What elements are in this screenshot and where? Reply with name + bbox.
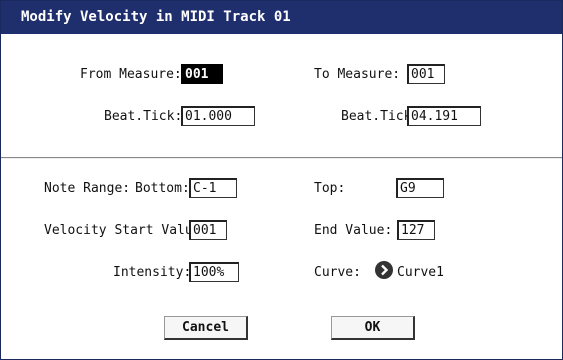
curve-value[interactable]: Curve1 bbox=[397, 265, 444, 280]
bottom-note-field[interactable]: C-1 bbox=[189, 178, 237, 198]
to-measure-label: To Measure: bbox=[314, 67, 401, 82]
cancel-button[interactable]: Cancel bbox=[164, 316, 248, 340]
to-measure-field[interactable]: 001 bbox=[407, 64, 445, 84]
dialog-title: Modify Velocity in MIDI Track 01 bbox=[21, 9, 291, 25]
end-value-field[interactable]: 127 bbox=[397, 220, 435, 240]
velocity-start-field[interactable]: 001 bbox=[189, 220, 227, 240]
ok-button[interactable]: OK bbox=[331, 316, 415, 340]
modify-velocity-dialog: Modify Velocity in MIDI Track 01 From Me… bbox=[0, 0, 563, 360]
section-divider bbox=[1, 157, 562, 159]
from-measure-label: From Measure: bbox=[80, 67, 182, 82]
top-label: Top: bbox=[314, 181, 346, 196]
curve-label: Curve: bbox=[314, 265, 361, 280]
to-beat-tick-field[interactable]: 04.191 bbox=[407, 106, 481, 126]
note-range-label: Note Range: bbox=[44, 181, 131, 196]
intensity-label: Intensity: bbox=[113, 265, 192, 280]
bottom-label: Bottom: bbox=[135, 181, 190, 196]
end-value-label: End Value: bbox=[314, 223, 393, 238]
dialog-titlebar: Modify Velocity in MIDI Track 01 bbox=[1, 1, 562, 34]
intensity-field[interactable]: 100% bbox=[189, 262, 239, 282]
from-beat-tick-label: Beat.Tick: bbox=[104, 109, 183, 124]
from-beat-tick-field[interactable]: 01.000 bbox=[181, 106, 255, 126]
top-note-field[interactable]: G9 bbox=[396, 178, 444, 198]
chevron-right-icon[interactable] bbox=[375, 261, 393, 279]
velocity-start-label: Velocity Start Value: bbox=[44, 223, 209, 238]
from-measure-field[interactable]: 001 bbox=[181, 64, 223, 84]
